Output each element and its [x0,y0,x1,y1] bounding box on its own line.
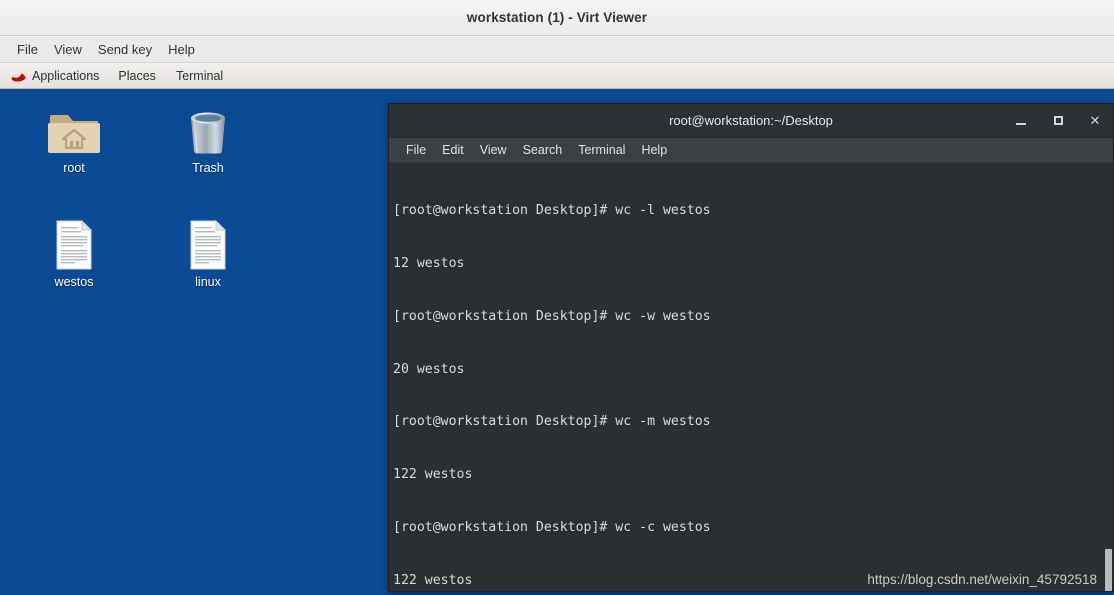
terminal-text: [root@workstation Desktop]# wc -l westos… [393,167,1113,591]
terminal-scrollbar[interactable] [1105,163,1112,591]
terminal-line: [root@workstation Desktop]# wc -w westos [393,308,711,324]
terminal-titlebar[interactable]: root@workstation:~/Desktop ✕ [389,104,1113,138]
desktop-icon-root[interactable]: root [26,101,122,175]
window-controls: ✕ [1011,104,1105,137]
viewer-title: workstation (1) - Virt Viewer [466,10,648,25]
viewer-menu-send-key[interactable]: Send key [90,40,160,59]
viewer-menu-view[interactable]: View [46,40,90,59]
desktop-icon-westos[interactable]: westos [26,215,122,289]
close-icon[interactable]: ✕ [1085,111,1105,131]
viewer-menu-help[interactable]: Help [160,40,203,59]
desktop-icon-label-root: root [63,161,85,175]
desktop-icon-label-westos: westos [54,275,94,289]
virt-viewer-window: workstation (1) - Virt Viewer File View … [0,0,1114,595]
terminal-line: 12 westos [393,255,465,271]
trash-can-icon [160,101,256,157]
panel-label-applications: Applications [32,69,100,83]
desktop-icon-trash[interactable]: Trash [160,101,256,175]
desktop-icon-linux[interactable]: linux [160,215,256,289]
terminal-line: [root@workstation Desktop]# wc -c westos [393,519,711,535]
text-document-icon [160,215,256,271]
panel-item-terminal[interactable]: Terminal [166,68,233,84]
terminal-line: 122 westos [393,572,473,588]
home-folder-icon [26,101,122,157]
desktop-icon-label-linux: linux [195,275,221,289]
redhat-logo-icon [11,73,26,82]
terminal-menu-help[interactable]: Help [633,141,675,159]
viewer-menubar: File View Send key Help [0,37,1114,63]
terminal-menu-edit[interactable]: Edit [434,141,472,159]
terminal-output-area[interactable]: [root@workstation Desktop]# wc -l westos… [389,163,1113,591]
terminal-menu-terminal[interactable]: Terminal [570,141,633,159]
gnome-top-panel: Applications Places Terminal [0,64,1114,89]
viewer-menu-file[interactable]: File [9,40,46,59]
terminal-title: root@workstation:~/Desktop [669,113,833,128]
panel-item-places[interactable]: Places [108,68,166,84]
terminal-menu-view[interactable]: View [472,141,515,159]
text-document-icon [26,215,122,271]
terminal-line: [root@workstation Desktop]# wc -l westos [393,203,711,219]
viewer-titlebar: workstation (1) - Virt Viewer [0,0,1114,36]
terminal-menu-search[interactable]: Search [515,141,571,159]
terminal-scrollbar-thumb[interactable] [1105,549,1112,591]
terminal-line: 20 westos [393,361,465,377]
terminal-menubar: File Edit View Search Terminal Help [389,138,1113,163]
terminal-line: [root@workstation Desktop]# wc -m westos [393,414,711,430]
minimize-icon[interactable] [1011,111,1031,131]
maximize-icon[interactable] [1048,111,1068,131]
panel-label-terminal: Terminal [175,69,224,83]
panel-item-applications[interactable]: Applications [8,68,108,84]
terminal-window[interactable]: root@workstation:~/Desktop ✕ File Edit V… [388,103,1114,592]
terminal-line: 122 westos [393,467,473,483]
panel-label-places: Places [118,69,156,83]
desktop-icon-label-trash: Trash [192,161,224,175]
terminal-menu-file[interactable]: File [398,141,434,159]
